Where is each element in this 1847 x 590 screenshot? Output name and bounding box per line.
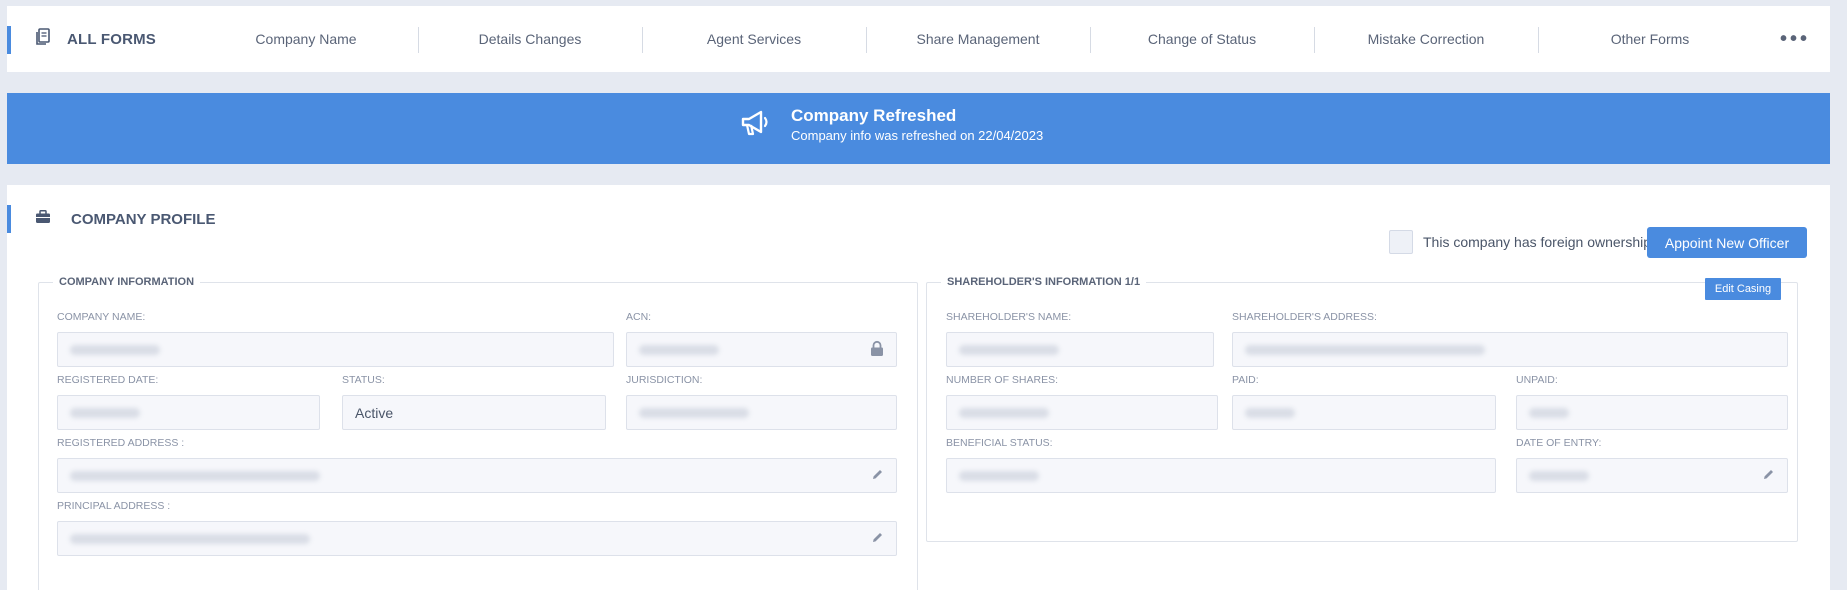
foreign-ownership-label: This company has foreign ownership: [1423, 234, 1652, 250]
checkbox-box[interactable]: [1389, 230, 1413, 254]
registered-address-label: REGISTERED ADDRESS :: [57, 437, 185, 449]
forms-nav-bar: ALL FORMS Company Name Details Changes A…: [7, 6, 1830, 72]
status-field[interactable]: Active: [342, 395, 606, 430]
company-profile-panel: COMPANY PROFILE This company has foreign…: [7, 185, 1830, 590]
more-options-button[interactable]: •••: [1780, 6, 1810, 72]
tab-mistake-correction[interactable]: Mistake Correction: [1314, 6, 1538, 72]
company-name-field[interactable]: [57, 332, 614, 367]
documents-icon: [35, 27, 51, 51]
registered-date-field[interactable]: [57, 395, 320, 430]
banner-title: Company Refreshed: [791, 106, 957, 125]
tab-company-name[interactable]: Company Name: [194, 6, 418, 72]
tab-share-management[interactable]: Share Management: [866, 6, 1090, 72]
date-of-entry-label: DATE OF ENTRY:: [1516, 437, 1602, 449]
registered-date-label: REGISTERED DATE:: [57, 374, 159, 386]
banner-subtitle: Company info was refreshed on 22/04/2023: [791, 128, 1044, 143]
pencil-icon[interactable]: [871, 531, 884, 547]
shareholder-name-field[interactable]: [946, 332, 1214, 367]
status-label: STATUS:: [342, 374, 385, 386]
jurisdiction-field[interactable]: [626, 395, 897, 430]
company-name-label: COMPANY NAME:: [57, 311, 146, 323]
principal-address-field[interactable]: [57, 521, 897, 556]
form-tabs: Company Name Details Changes Agent Servi…: [194, 6, 1762, 72]
unpaid-field[interactable]: [1516, 395, 1788, 430]
registered-address-field[interactable]: [57, 458, 897, 493]
acn-field: [626, 332, 897, 367]
company-profile-title: COMPANY PROFILE: [71, 210, 216, 228]
tab-change-of-status[interactable]: Change of Status: [1090, 6, 1314, 72]
company-information-legend: COMPANY INFORMATION: [59, 276, 195, 288]
megaphone-icon: [739, 109, 771, 142]
shareholder-name-label: SHAREHOLDER'S NAME:: [946, 311, 1072, 323]
shareholder-address-label: SHAREHOLDER'S ADDRESS:: [1232, 311, 1377, 323]
all-forms-label: ALL FORMS: [67, 30, 157, 48]
shareholder-address-field[interactable]: [1232, 332, 1788, 367]
appoint-new-officer-button[interactable]: Appoint New Officer: [1647, 227, 1807, 258]
lock-icon: [870, 340, 884, 359]
tab-details-changes[interactable]: Details Changes: [418, 6, 642, 72]
edit-casing-button[interactable]: Edit Casing: [1705, 278, 1781, 300]
beneficial-status-field[interactable]: [946, 458, 1496, 493]
date-of-entry-field[interactable]: [1516, 458, 1788, 493]
paid-field[interactable]: [1232, 395, 1496, 430]
number-of-shares-field[interactable]: [946, 395, 1218, 430]
profile-accent-bar: [7, 205, 11, 233]
refresh-banner: Company Refreshed Company info was refre…: [7, 93, 1830, 164]
nav-accent-bar: [7, 26, 11, 54]
beneficial-status-label: BENEFICIAL STATUS:: [946, 437, 1053, 449]
paid-label: PAID:: [1232, 374, 1259, 386]
pencil-icon[interactable]: [1762, 468, 1775, 484]
tab-other-forms[interactable]: Other Forms: [1538, 6, 1762, 72]
acn-label: ACN:: [626, 311, 652, 323]
status-value: Active: [355, 404, 394, 421]
unpaid-label: UNPAID:: [1516, 374, 1558, 386]
tab-agent-services[interactable]: Agent Services: [642, 6, 866, 72]
briefcase-icon: [35, 209, 51, 229]
foreign-ownership-checkbox[interactable]: This company has foreign ownership: [1389, 230, 1651, 254]
all-forms-button[interactable]: ALL FORMS: [35, 6, 156, 72]
shareholder-information-legend: SHAREHOLDER'S INFORMATION 1/1: [947, 276, 1141, 288]
pencil-icon[interactable]: [871, 468, 884, 484]
principal-address-label: PRINCIPAL ADDRESS :: [57, 500, 171, 512]
number-of-shares-label: NUMBER OF SHARES:: [946, 374, 1059, 386]
jurisdiction-label: JURISDICTION:: [626, 374, 703, 386]
